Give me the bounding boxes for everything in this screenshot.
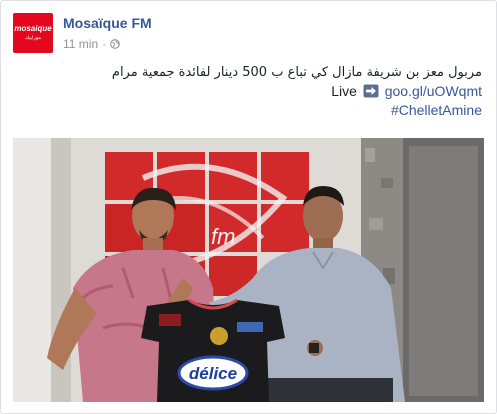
page-name-link[interactable]: Mosaïque FM (63, 15, 152, 31)
globe-icon[interactable] (110, 39, 120, 49)
right-arrow-emoji-icon (363, 84, 379, 98)
post-meta: 11 min · (63, 37, 120, 51)
jersey-sponsor-text: délice (189, 364, 237, 383)
page-avatar[interactable]: mosaique موزاييك (13, 13, 53, 53)
avatar-logo-subtext: موزاييك (24, 35, 42, 41)
facebook-post-card: mosaique موزاييك Mosaïque FM 11 min · مر… (0, 0, 497, 414)
post-message: مربول معز بن شريفة مازال كي تباع ب 500 د… (22, 63, 482, 120)
jersey: délice (141, 298, 285, 402)
meta-separator: · (102, 37, 107, 51)
post-text-arabic: مربول معز بن شريفة مازال كي تباع ب 500 د… (111, 65, 482, 80)
live-link-row: Live goo.gl/uOWqmt (22, 82, 482, 101)
post-timestamp[interactable]: 11 min (63, 37, 98, 51)
photo-illustration: fm délice (13, 138, 484, 402)
live-label: Live (331, 83, 357, 99)
wall-logo-text: fm (211, 224, 235, 249)
post-photo[interactable]: fm délice (13, 138, 484, 402)
shortened-url-link[interactable]: goo.gl/uOWqmt (385, 83, 482, 99)
hashtag-link[interactable]: #ChelletAmine (22, 101, 482, 120)
avatar-logo-text: mosaique (14, 24, 52, 33)
